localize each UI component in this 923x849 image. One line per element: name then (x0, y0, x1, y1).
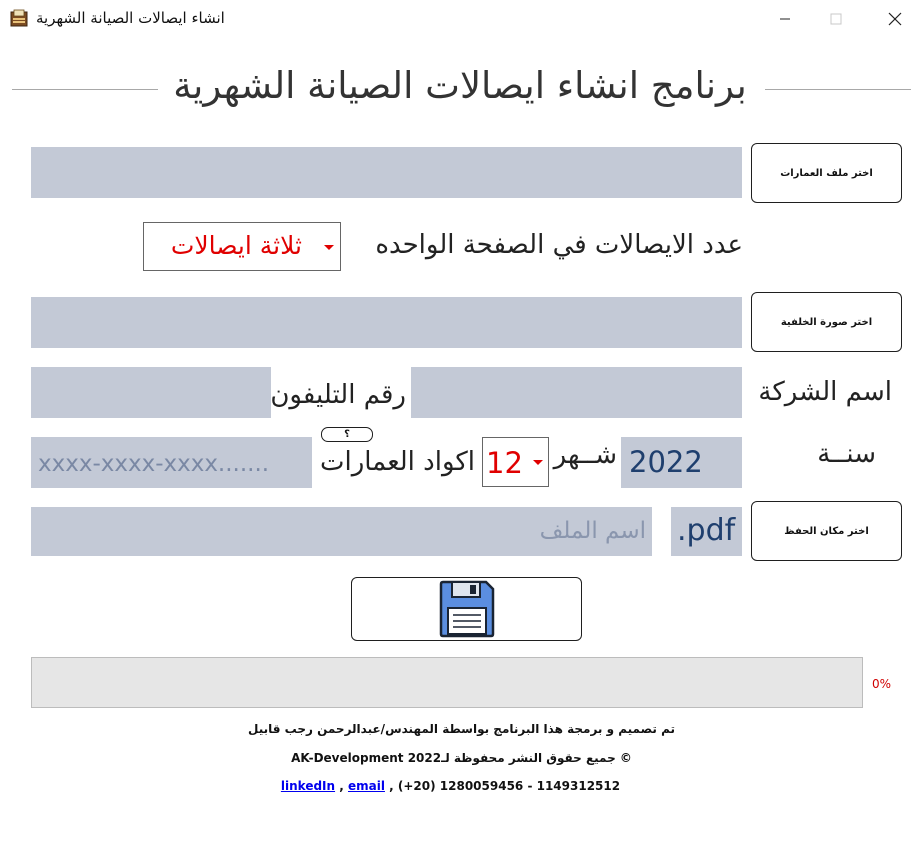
choose-background-image-button[interactable]: اختر صورة الخلفية (751, 292, 902, 352)
floppy-disk-icon (439, 580, 494, 638)
linkedin-link[interactable]: linkedIn (281, 779, 335, 793)
credits-text: تم تصميم و برمجة هذا البرنامج بواسطة الم… (247, 722, 676, 736)
month-value: 12 (486, 446, 523, 480)
progress-bar (31, 657, 863, 708)
month-dropdown-arrow-icon[interactable] (533, 460, 543, 465)
minimize-icon (780, 18, 790, 19)
building-codes-label: اكواد العمارات (320, 447, 475, 477)
heading-rule-left (12, 89, 158, 90)
close-icon (888, 12, 902, 25)
contact-line: linkedIn , email , (+20) 1280059456 - 11… (0, 779, 923, 793)
building-codes-placeholder: xxxx-xxxx-xxxx....... (38, 451, 270, 477)
month-label: شــهر (553, 440, 617, 470)
title-bar: انشاء ايصالات الصيانة الشهرية (0, 0, 923, 37)
copyright-line: © جميع حقوق النشر محفوظة لـAK-Developmen… (0, 751, 923, 765)
file-extension-box: .pdf (671, 507, 742, 556)
page-title: برنامج انشاء ايصالات الصيانة الشهرية (173, 64, 747, 107)
credits-line: تم تصميم و برمجة هذا البرنامج بواسطة الم… (0, 722, 923, 736)
file-name-input[interactable]: اسم الملف (31, 507, 652, 556)
email-link[interactable]: email (348, 779, 385, 793)
file-name-placeholder: اسم الملف (539, 518, 646, 544)
copyright-text: © جميع حقوق النشر محفوظة لـAK-Developmen… (291, 751, 632, 765)
close-button[interactable] (872, 0, 918, 37)
maximize-icon (830, 13, 842, 24)
choose-save-location-button[interactable]: اختر مكان الحفظ (751, 501, 902, 561)
buildings-file-path[interactable] (31, 147, 742, 198)
window-title: انشاء ايصالات الصيانة الشهرية (36, 9, 225, 27)
heading-rule-right (765, 89, 911, 90)
year-value: 2022 (629, 445, 703, 479)
minimize-button[interactable] (762, 0, 808, 37)
dropdown-arrow-icon[interactable] (324, 245, 334, 250)
receipts-per-page-label: عدد الايصالات في الصفحة الواحده (375, 230, 743, 260)
save-button[interactable] (351, 577, 582, 641)
company-name-input[interactable] (411, 367, 742, 418)
background-image-path[interactable] (31, 297, 742, 348)
year-label: سنــة (817, 439, 876, 469)
phone-numbers: , (+20) 1280059456 - 1149312512 (384, 779, 621, 793)
building-codes-input[interactable]: xxxx-xxxx-xxxx....... (31, 437, 312, 488)
month-select[interactable]: 12 (482, 437, 549, 487)
receipt-app-icon (10, 9, 28, 27)
receipts-per-page-select[interactable]: ثلاثة ايصالات (143, 222, 341, 271)
phone-input[interactable] (31, 367, 271, 418)
company-name-label: اسم الشركة (758, 377, 892, 407)
building-codes-help-button[interactable]: ؟ (321, 427, 373, 442)
progress-percent: 0% (872, 677, 892, 691)
contact-separator: , (335, 779, 348, 793)
phone-label: رقم التليفون (270, 380, 406, 410)
receipts-per-page-value: ثلاثة ايصالات (170, 231, 302, 260)
year-input[interactable]: 2022 (621, 437, 742, 488)
maximize-button[interactable] (813, 0, 859, 37)
choose-buildings-file-button[interactable]: اختر ملف العمارات (751, 143, 902, 203)
file-extension: .pdf (677, 513, 736, 548)
